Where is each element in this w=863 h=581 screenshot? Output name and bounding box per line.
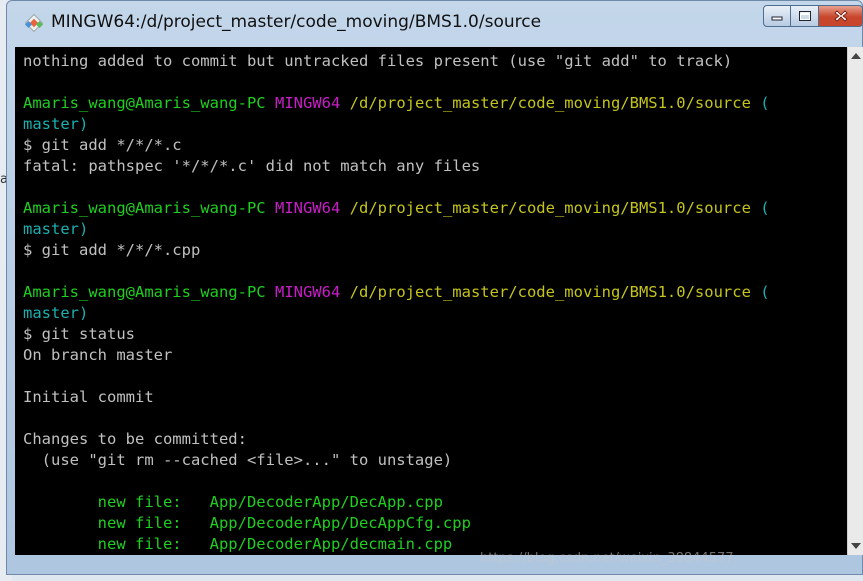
terminal-line: Amaris_wang@Amaris_wang-PC MINGW64 /d/pr… — [23, 198, 770, 219]
terminal-line: Amaris_wang@Amaris_wang-PC MINGW64 /d/pr… — [23, 93, 770, 114]
terminal-line: Amaris_wang@Amaris_wang-PC MINGW64 /d/pr… — [23, 282, 770, 303]
terminal-text-segment: fatal: pathspec '*/*/*.c' did not match … — [23, 157, 481, 175]
maximize-icon — [798, 11, 811, 21]
terminal-text-segment: $ git status — [23, 325, 135, 343]
terminal-line: new file: App/DecoderApp/DecAppCfg.cpp — [23, 513, 471, 534]
title-bar[interactable]: MINGW64:/d/project_master/code_moving/BM… — [7, 1, 863, 47]
terminal-text-segment: ( — [750, 283, 770, 301]
window-title: MINGW64:/d/project_master/code_moving/BM… — [51, 12, 542, 32]
git-bash-icon — [25, 14, 43, 32]
terminal-text-segment: master) — [23, 220, 89, 238]
terminal-line: $ git add */*/*.c — [23, 135, 182, 156]
terminal-line: new file: App/DecoderApp/decmain.cpp — [23, 534, 453, 555]
terminal-line: master) — [23, 114, 88, 135]
terminal-text-segment: Changes to be committed: — [23, 430, 247, 448]
terminal-text-segment: master) — [23, 115, 89, 133]
terminal-text-segment: new file: App/DecoderApp/decmain.cpp — [23, 535, 453, 553]
close-button[interactable] — [819, 5, 863, 27]
terminal-line: nothing added to commit but untracked fi… — [23, 51, 732, 72]
terminal-text-segment: /d/project_master/code_moving/BMS1.0/sou… — [349, 283, 751, 301]
terminal-window: MINGW64:/d/project_master/code_moving/BM… — [6, 0, 863, 575]
terminal-line: $ git add */*/*.cpp — [23, 240, 200, 261]
minimize-icon — [771, 16, 783, 21]
watermark: https://blog.csdn.net/weixin_38844577 — [480, 551, 734, 566]
terminal-text-segment: (use "git rm --cached <file>..." to unst… — [23, 451, 453, 469]
terminal-line: $ git status — [23, 324, 135, 345]
vertical-scrollbar[interactable] — [847, 47, 863, 555]
terminal-text-segment: $ git add */*/*.c — [23, 136, 182, 154]
terminal-text-segment: Amaris_wang@Amaris_wang-PC — [23, 94, 266, 112]
close-icon — [833, 10, 848, 22]
terminal-line: new file: App/DecoderApp/DecApp.cpp — [23, 492, 443, 513]
terminal-text-segment: ( — [750, 199, 770, 217]
terminal-text-segment: MINGW64 — [274, 283, 341, 301]
terminal-text-segment: /d/project_master/code_moving/BMS1.0/sou… — [349, 94, 751, 112]
terminal-line: master) — [23, 303, 88, 324]
terminal-text-segment: ( — [750, 94, 770, 112]
terminal-text-segment: $ git add */*/*.cpp — [23, 241, 201, 259]
window-controls — [763, 5, 863, 27]
terminal-line: (use "git rm --cached <file>..." to unst… — [23, 450, 453, 471]
terminal-text-segment: On branch master — [23, 346, 173, 364]
scroll-down-arrow-icon[interactable] — [851, 543, 861, 549]
terminal-text-segment: new file: App/DecoderApp/DecApp.cpp — [23, 493, 443, 511]
terminal-text-segment: master) — [23, 304, 89, 322]
terminal-text-segment: MINGW64 — [274, 94, 341, 112]
terminal-text-segment: /d/project_master/code_moving/BMS1.0/sou… — [349, 199, 751, 217]
terminal-line: master) — [23, 219, 88, 240]
terminal-text-segment: Amaris_wang@Amaris_wang-PC — [23, 199, 266, 217]
terminal-text-segment: MINGW64 — [274, 199, 341, 217]
terminal-line: Initial commit — [23, 387, 154, 408]
terminal-text-segment: Initial commit — [23, 388, 154, 406]
terminal-text-segment: new file: App/DecoderApp/DecAppCfg.cpp — [23, 514, 471, 532]
terminal-line: On branch master — [23, 345, 172, 366]
window-bottom-frame — [7, 553, 862, 574]
terminal-output[interactable]: nothing added to commit but untracked fi… — [15, 47, 847, 555]
terminal-text-segment: nothing added to commit but untracked fi… — [23, 52, 733, 70]
terminal-line: Changes to be committed: — [23, 429, 247, 450]
maximize-button[interactable] — [791, 5, 819, 27]
scroll-up-arrow-icon[interactable] — [851, 53, 861, 59]
minimize-button[interactable] — [763, 5, 791, 27]
terminal-line: fatal: pathspec '*/*/*.c' did not match … — [23, 156, 480, 177]
terminal-text-segment: Amaris_wang@Amaris_wang-PC — [23, 283, 266, 301]
